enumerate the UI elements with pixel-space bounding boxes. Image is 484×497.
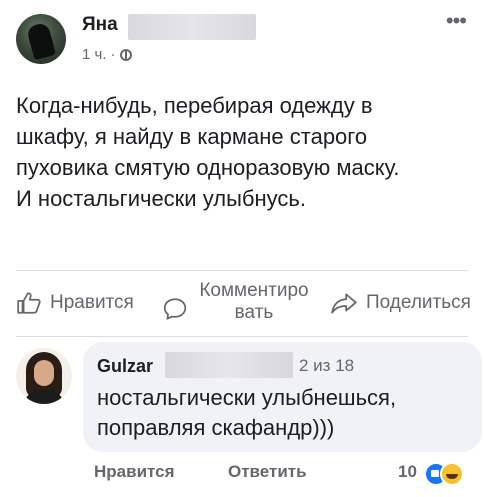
comment-label: Комментиро вать bbox=[192, 280, 316, 324]
author-surname-blurred bbox=[128, 14, 256, 40]
meta-separator: · bbox=[110, 46, 116, 63]
comment-reply-button[interactable]: Ответить bbox=[228, 462, 307, 482]
thumbs-up-icon bbox=[17, 292, 41, 314]
post-meta: 1 ч. · bbox=[82, 46, 132, 63]
post-time[interactable]: 1 ч. bbox=[82, 46, 107, 63]
comment-text-line: поправляя скафандр))) bbox=[97, 415, 335, 440]
like-button[interactable]: Нравится bbox=[16, 290, 134, 316]
comment-badge: 2 из 18 bbox=[299, 356, 355, 375]
reaction-count[interactable]: 10 bbox=[398, 462, 417, 482]
post-text-line: Когда-нибудь, перебирая одежду в bbox=[16, 93, 373, 118]
author-avatar[interactable] bbox=[16, 14, 66, 64]
divider bbox=[16, 270, 468, 271]
haha-reaction-icon bbox=[440, 462, 464, 486]
divider bbox=[16, 336, 468, 337]
commenter-name[interactable]: Gulzar bbox=[97, 356, 153, 377]
comment-bubble: Gulzar 2 из 18 ностальгически улыбнешься… bbox=[83, 342, 482, 452]
share-button[interactable]: Поделиться bbox=[330, 290, 471, 316]
share-label: Поделиться bbox=[366, 292, 471, 313]
comment-button[interactable]: Комментиро вать bbox=[162, 280, 316, 324]
like-label: Нравится bbox=[50, 292, 134, 313]
post-header: Яна 1 ч. · ••• bbox=[16, 10, 468, 70]
comment-text: ностальгически улыбнешься, поправляя ска… bbox=[97, 383, 396, 443]
comment-like-button[interactable]: Нравится bbox=[94, 462, 175, 482]
post-actions: Нравится Комментиро вать Поделиться bbox=[16, 280, 484, 340]
comment: Gulzar 2 из 18 ностальгически улыбнешься… bbox=[16, 342, 482, 452]
author-name[interactable]: Яна bbox=[82, 14, 118, 36]
comment-text-line: ностальгически улыбнешься, bbox=[97, 385, 397, 410]
post-text: Когда-нибудь, перебирая одежду в шкафу, … bbox=[16, 90, 471, 214]
commenter-surname-blurred bbox=[165, 352, 293, 378]
comment-bubble-icon bbox=[163, 298, 187, 320]
commenter-avatar[interactable] bbox=[16, 348, 72, 404]
more-dots-icon[interactable]: ••• bbox=[446, 10, 467, 32]
globe-icon bbox=[119, 48, 132, 61]
post-text-line: И ностальгически улыбнусь. bbox=[16, 186, 306, 211]
share-arrow-icon bbox=[331, 293, 357, 314]
post-text-line: пуховика смятую одноразовую маску. bbox=[16, 155, 400, 180]
comment-label-line1: Комментиро bbox=[199, 280, 309, 301]
comment-actions: Нравится Ответить 10 bbox=[94, 462, 474, 486]
post-text-line: шкафу, я найду в кармане старого bbox=[16, 124, 368, 149]
comment-label-line2: вать bbox=[234, 302, 274, 323]
